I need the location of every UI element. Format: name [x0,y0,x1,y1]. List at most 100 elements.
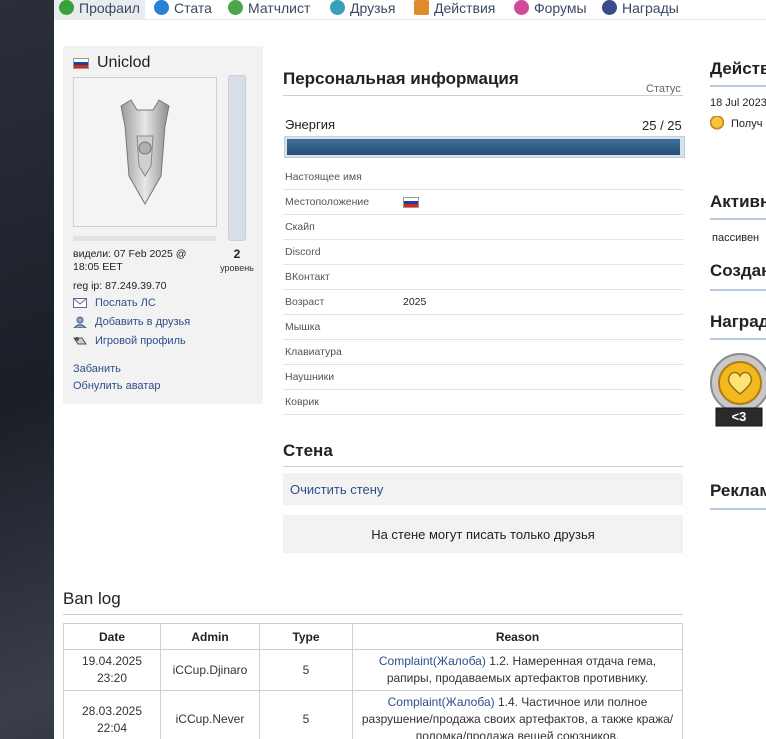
reset-avatar-link[interactable]: Обнулить аватар [73,380,160,392]
rank-emblem-icon [120,99,170,206]
info-key: Клавиатура [285,346,342,358]
tab-matchlist-label: Матчлист [248,0,311,16]
add-friend-icon [73,316,87,328]
complaint-link[interactable]: Complaint(Жалоба) [379,654,486,668]
profile-icon [59,0,74,15]
right-actions-title: Действ [710,59,766,78]
tab-stats-label: Стата [174,0,212,16]
info-key: Местоположение [285,196,370,208]
forums-icon [514,0,529,15]
info-row-real-name: Настоящее имя [283,165,683,190]
medal-small-icon [710,116,724,132]
wall-note: На стене могут писать только друзья [283,515,683,553]
game-profile-link[interactable]: Игровой профиль [73,335,186,347]
col-date: Date [63,623,161,650]
tab-actions-label: Действия [434,0,496,16]
awards-icon [602,0,617,15]
right-activity-title: Активн [710,192,766,211]
info-key: Discord [285,246,321,258]
complaint-link[interactable]: Complaint(Жалоба) [388,695,495,709]
col-reason: Reason [352,623,683,650]
col-admin: Admin [160,623,260,650]
info-key: Возраст [285,296,325,308]
ban-log-header-row: Date Admin Type Reason [63,623,683,650]
main-page: Профаил Стата Матчлист Друзья Действия Ф… [54,0,766,739]
info-key: Наушники [285,371,335,383]
divider [710,289,766,291]
ban-log-table: Date Admin Type Reason 19.04.2025 23:20 … [63,623,683,739]
friends-icon [330,0,345,15]
game-profile-label: Игровой профиль [95,335,186,347]
table-row: 28.03.2025 22:04 iCCup.Never 5 Complaint… [63,690,683,739]
tab-friends[interactable]: Друзья [330,0,395,20]
level-progress-bar [228,75,246,241]
medal-label: <3 [731,409,747,424]
info-row-age: Возраст 2025 [283,290,683,315]
ban-admin: iCCup.Never [160,690,260,739]
energy-bar [284,136,685,158]
right-actions-date: 18 Jul 2023 [710,97,766,109]
info-key: Настоящее имя [285,171,362,183]
personal-info-table: Настоящее имя Местоположение Скайп Disco… [283,165,683,415]
profile-tabs: Профаил Стата Матчлист Друзья Действия Ф… [54,0,766,20]
tab-awards[interactable]: Награды [602,0,679,20]
ban-date: 28.03.2025 22:04 [63,690,161,739]
info-row-mousepad: Коврик [283,390,683,415]
right-awards-title: Наград [710,312,766,331]
username: Uniclod [97,54,151,71]
ban-date: 19.04.2025 23:20 [63,649,161,691]
info-row-keyboard: Клавиатура [283,340,683,365]
clear-wall-button[interactable]: Очистить стену [283,473,683,505]
tab-profile[interactable]: Профаил [54,0,145,20]
divider [710,508,766,510]
info-key: Мышка [285,321,321,333]
info-key: ВКонтакт [285,271,330,283]
wall-title: Стена [283,441,333,460]
divider [283,466,683,467]
send-pm-label: Послать ЛС [95,297,156,309]
tab-actions[interactable]: Действия [414,0,495,20]
status-label: Статус [646,83,681,95]
heart-award-medal[interactable]: <3 [710,353,766,428]
divider [710,338,766,340]
matchlist-icon [228,0,243,15]
info-row-location: Местоположение [283,190,683,215]
game-profile-icon [73,337,87,345]
location-flag-icon [403,196,419,208]
tab-forums[interactable]: Форумы [514,0,587,20]
add-friend-link[interactable]: Добавить в друзья [73,316,190,328]
avatar [73,77,217,227]
ban-link[interactable]: Забанить [73,363,121,375]
divider [283,95,683,96]
right-actions-item-text: Получ [731,118,763,130]
level-number: 2 [233,247,241,261]
tab-stats[interactable]: Стата [154,0,212,20]
personal-info-title: Персональная информация [283,69,519,88]
energy-value: 25 / 25 [642,118,682,133]
table-row: 19.04.2025 23:20 iCCup.Djinaro 5 Complai… [63,649,683,691]
info-value: 2025 [403,296,427,308]
tab-profile-label: Профаил [79,0,140,16]
energy-label: Энергия [285,117,336,132]
send-pm-link[interactable]: Послать ЛС [73,297,156,309]
tab-friends-label: Друзья [350,0,396,16]
divider [710,218,766,220]
divider [63,614,683,615]
level-label: уровень [220,263,254,273]
mail-icon [73,298,87,308]
username-header: Uniclod [73,54,150,72]
ban-type: 5 [259,649,353,691]
col-type: Type [259,623,353,650]
info-row-headphones: Наушники [283,365,683,390]
last-seen: видели: 07 Feb 2025 @ 18:05 EET [73,248,187,273]
tab-matchlist[interactable]: Матчлист [228,0,310,20]
russia-flag-icon [73,57,89,69]
add-friend-label: Добавить в друзья [95,316,191,328]
divider [710,85,766,87]
right-actions-item: Получ [710,116,762,132]
ban-admin: iCCup.Djinaro [160,649,260,691]
info-key: Скайп [285,221,315,233]
avatar-bar [73,236,216,241]
stats-icon [154,0,169,15]
reg-ip: reg ip: 87.249.39.70 [73,280,167,292]
